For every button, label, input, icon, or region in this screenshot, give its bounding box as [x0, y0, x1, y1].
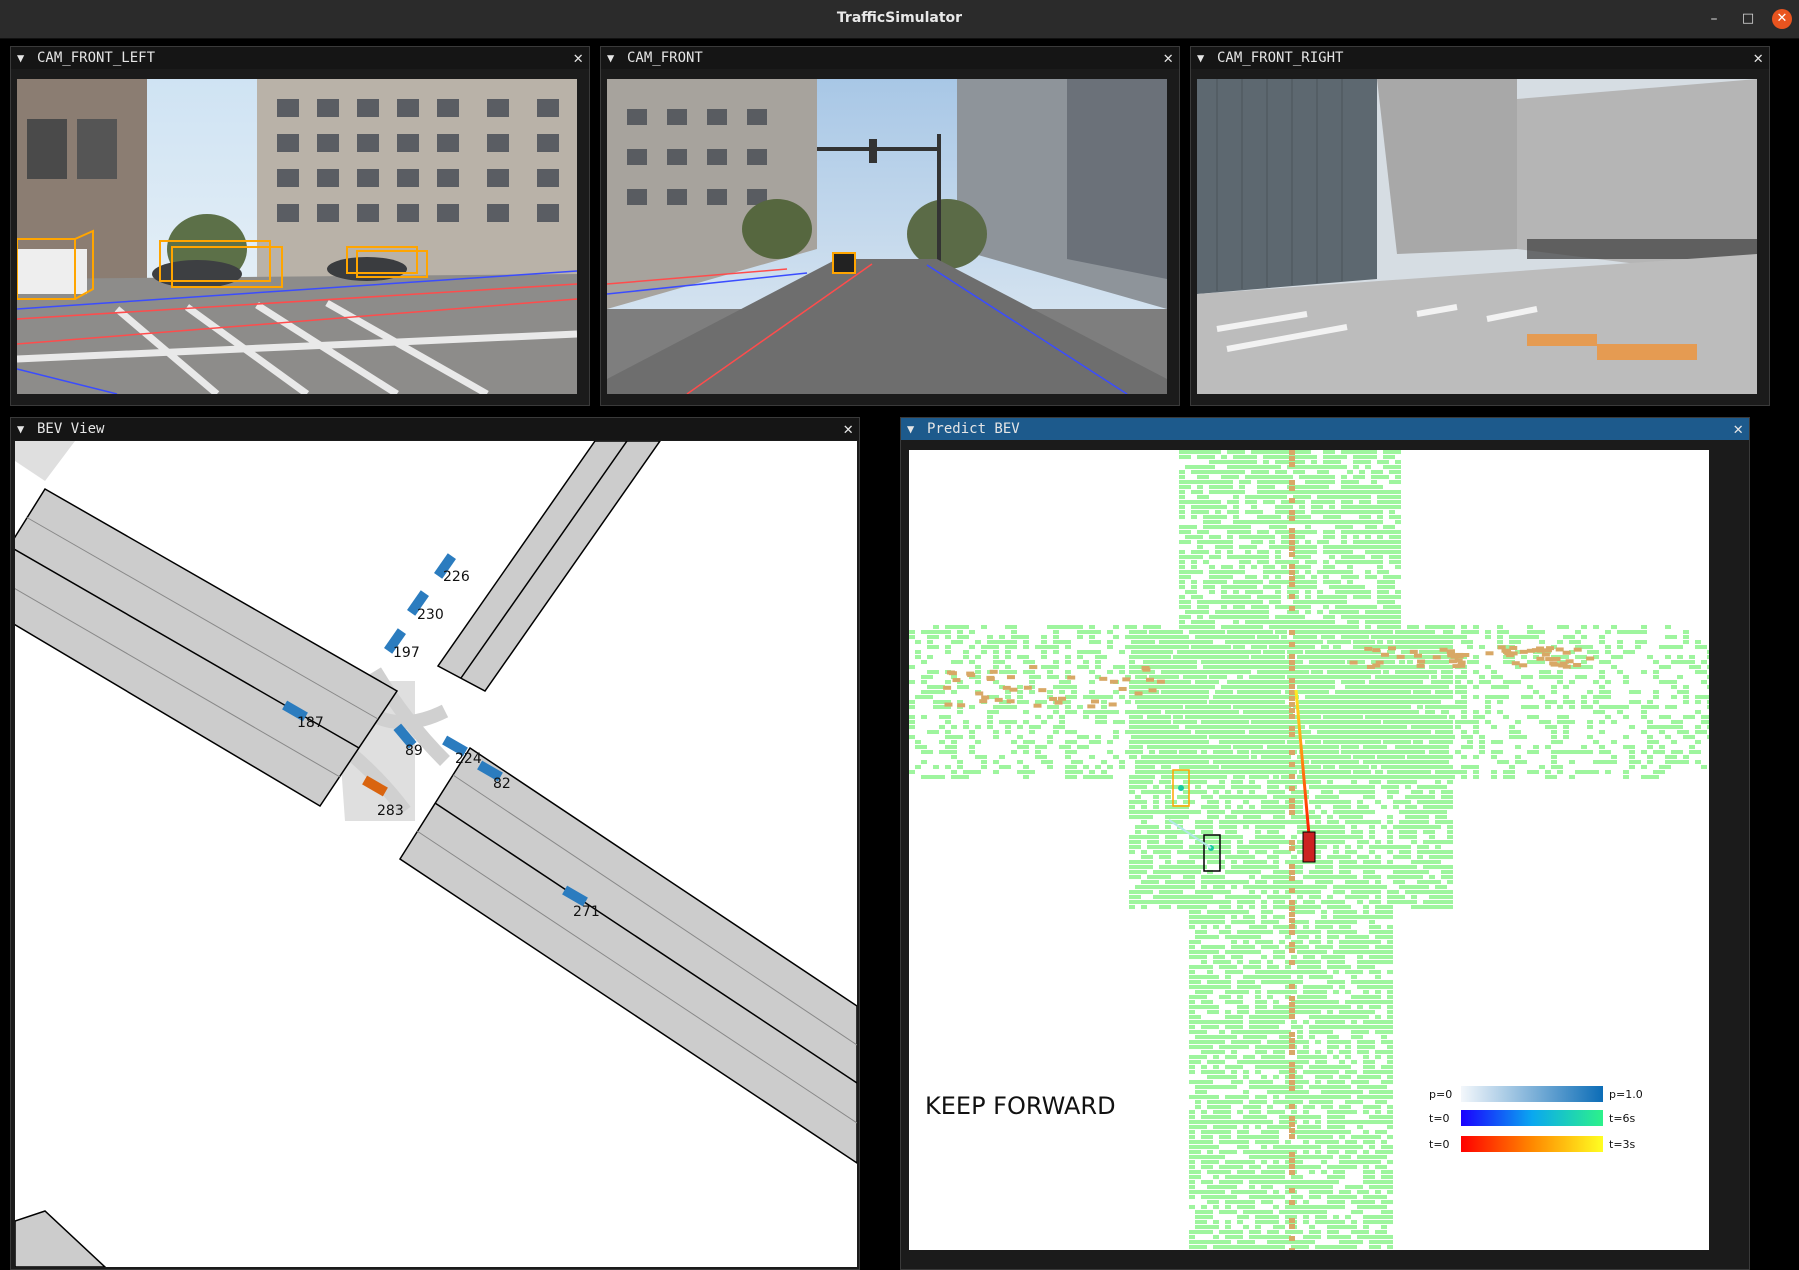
cam-front-right-panel: ▼ CAM_FRONT_RIGHT ✕ [1190, 46, 1770, 406]
close-window-button[interactable]: ✕ [1772, 9, 1792, 29]
bev-view-panel: ▼ BEV View ✕ 226 230 197 187 89 224 82 2… [10, 417, 860, 1270]
bev-agent-id: 224 [455, 751, 482, 767]
panel-close-icon[interactable]: ✕ [1733, 418, 1743, 440]
panel-header[interactable]: ▼ Predict BEV ✕ [901, 418, 1749, 440]
legend-agent-time-left: t=0 [1429, 1112, 1450, 1125]
minimize-button[interactable]: – [1704, 9, 1724, 29]
collapse-triangle-icon[interactable]: ▼ [907, 418, 914, 440]
panel-close-icon[interactable]: ✕ [1753, 47, 1763, 69]
window-titlebar: TrafficSimulator – □ ✕ [0, 0, 1799, 39]
panel-header[interactable]: ▼ CAM_FRONT ✕ [601, 47, 1179, 69]
bev-map: 226 230 197 187 89 224 82 283 271 [15, 441, 857, 1267]
panel-title: Predict BEV [927, 421, 1020, 437]
legend-prob-bar [1461, 1086, 1603, 1102]
bev-agent-id: 271 [573, 904, 600, 920]
bev-agent-id: 197 [393, 645, 420, 661]
collapse-triangle-icon[interactable]: ▼ [17, 418, 24, 440]
driving-command: KEEP FORWARD [925, 1092, 1116, 1120]
panel-title: BEV View [37, 421, 105, 437]
panel-header[interactable]: ▼ BEV View ✕ [11, 418, 859, 440]
legend-agent-time-bar [1461, 1110, 1603, 1126]
cam-front-panel: ▼ CAM_FRONT ✕ [600, 46, 1180, 406]
legend-prob-left: p=0 [1429, 1088, 1452, 1101]
panel-header[interactable]: ▼ CAM_FRONT_LEFT ✕ [11, 47, 589, 69]
bev-agent-id: 187 [297, 715, 324, 731]
legend-ego-time-right: t=3s [1609, 1138, 1636, 1151]
camera-image-front-left [17, 79, 577, 394]
panel-close-icon[interactable]: ✕ [1163, 47, 1173, 69]
bev-agent-id: 82 [493, 776, 511, 792]
ego-car [1302, 831, 1316, 863]
cam-front-left-panel: ▼ CAM_FRONT_LEFT ✕ [10, 46, 590, 406]
bev-agent-id: 226 [443, 569, 470, 585]
panel-header[interactable]: ▼ CAM_FRONT_RIGHT ✕ [1191, 47, 1769, 69]
camera-image-front-right [1197, 79, 1757, 394]
panel-title: CAM_FRONT_RIGHT [1217, 50, 1344, 66]
prediction-map: KEEP FORWARD p=0 p=1.0 t=0 t=6s t=0 t=3s [909, 450, 1709, 1250]
legend-prob-right: p=1.0 [1609, 1088, 1643, 1101]
bev-agent-id: 283 [377, 803, 404, 819]
window-title: TrafficSimulator [836, 10, 963, 26]
maximize-button[interactable]: □ [1738, 9, 1758, 29]
panel-title: CAM_FRONT [627, 50, 703, 66]
predict-bev-panel: ▼ Predict BEV ✕ KEEP FORWARD p=0 p=1.0 t… [900, 417, 1750, 1270]
bev-agent-id: 230 [417, 607, 444, 623]
camera-image-front [607, 79, 1167, 394]
panel-title: CAM_FRONT_LEFT [37, 50, 156, 66]
legend-agent-time-right: t=6s [1609, 1112, 1636, 1125]
bev-agent-id: 89 [405, 743, 423, 759]
legend-ego-time-bar [1461, 1136, 1603, 1152]
legend: p=0 p=1.0 t=0 t=6s t=0 t=3s [1429, 1086, 1643, 1152]
panel-close-icon[interactable]: ✕ [843, 418, 853, 440]
collapse-triangle-icon[interactable]: ▼ [607, 47, 614, 69]
collapse-triangle-icon[interactable]: ▼ [17, 47, 24, 69]
panel-close-icon[interactable]: ✕ [573, 47, 583, 69]
collapse-triangle-icon[interactable]: ▼ [1197, 47, 1204, 69]
legend-ego-time-left: t=0 [1429, 1138, 1450, 1151]
